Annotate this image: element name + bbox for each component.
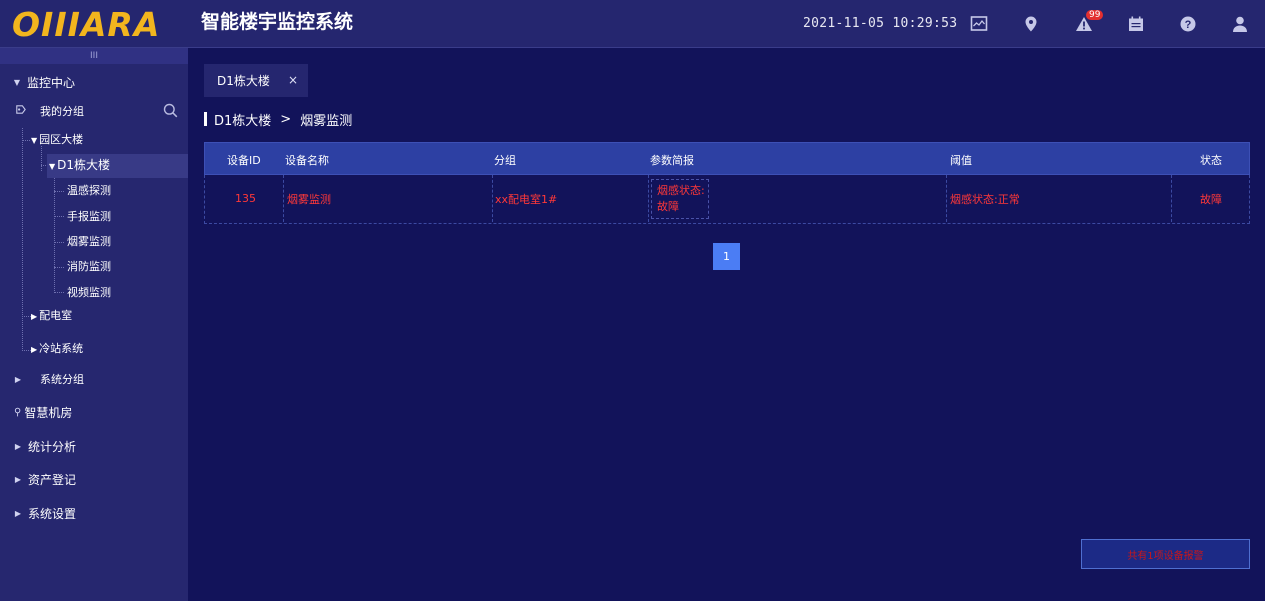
nav-my-group-label: 我的分组 [40, 105, 84, 118]
tree-connector [54, 267, 64, 268]
caret-right-icon: ▶ [14, 441, 22, 451]
nav-system-group[interactable]: ▶ 系统分组 [0, 371, 188, 387]
nav-smart-room[interactable]: ⚲ 智慧机房 [0, 404, 188, 420]
tree-connector [54, 242, 64, 243]
tree-node-park-building[interactable]: ▼ 园区大楼 [31, 132, 83, 149]
column-header-device-name: 设备名称 [285, 153, 329, 167]
alarm-count-badge: 99 [1086, 10, 1104, 20]
tree-connector [22, 128, 23, 351]
pagination-page-1[interactable]: 1 [713, 243, 740, 270]
param-line: 烟感状态: [657, 184, 705, 197]
top-header: OIIIARA 智能楼宇监控系统 2021-11-05 10:29:53 99 … [0, 0, 1265, 48]
tree-node-video[interactable]: 视频监测 [67, 285, 111, 301]
group-icon [14, 103, 28, 119]
tree-node-label: 配电室 [39, 309, 73, 322]
breadcrumb-separator: > [280, 111, 292, 127]
column-header-group: 分组 [494, 153, 516, 167]
nav-settings[interactable]: ▶ 系统设置 [0, 505, 188, 521]
tree-connector [54, 191, 64, 192]
tree-node-fire[interactable]: 消防监测 [67, 259, 111, 275]
location-icon[interactable] [1020, 13, 1042, 35]
tree-node-smoke[interactable]: 烟雾监测 [67, 234, 111, 250]
breadcrumb-marker [204, 112, 207, 126]
tab-d1-building[interactable]: D1栋大楼 × [204, 64, 308, 97]
cell-group: xx配电室1# [495, 192, 558, 206]
datetime-display: 2021-11-05 10:29:53 [803, 16, 958, 31]
help-icon[interactable]: ? [1177, 13, 1199, 35]
nav-smart-room-label: 智慧机房 [24, 405, 73, 420]
column-header-threshold: 阈值 [950, 153, 972, 167]
column-divider [283, 175, 284, 222]
column-header-device-id: 设备ID [227, 153, 261, 167]
tree-node-label: D1栋大楼 [57, 158, 111, 172]
nav-statistics[interactable]: ▶ 统计分析 [0, 438, 188, 454]
nav-my-group[interactable]: 我的分组 [0, 103, 188, 119]
link-icon: ⚲ [14, 406, 22, 418]
tree-node-temperature[interactable]: 温感探测 [67, 183, 111, 199]
breadcrumb-current: 烟雾监测 [300, 113, 353, 129]
column-divider [492, 175, 493, 222]
tree-node-label: 冷站系统 [39, 342, 84, 355]
param-line: 故障 [657, 200, 679, 213]
sidebar: III ▼ 监控中心 我的分组 ▼ 园区大楼 ▼ D1栋大楼 温感探测 手报监测 烟… [0, 48, 188, 601]
caret-right-icon: ▶ [14, 374, 22, 384]
warning-icon[interactable]: 99 [1073, 10, 1104, 35]
tree-node-d1-building[interactable]: ▼ D1栋大楼 [49, 157, 110, 175]
column-divider [1171, 175, 1172, 222]
caret-right-icon: ▶ [14, 508, 22, 518]
nav-monitor-center-label: 监控中心 [27, 75, 76, 90]
search-icon[interactable] [163, 103, 178, 118]
nav-monitor-center[interactable]: ▼ 监控中心 [0, 74, 188, 90]
column-divider [648, 175, 649, 222]
cell-device-id: 135 [235, 192, 256, 205]
tree-node-label: 园区大楼 [39, 133, 84, 146]
tree-connector [22, 350, 31, 351]
caret-right-icon: ▶ [14, 474, 22, 484]
caret-right-icon: ▶ [31, 312, 38, 321]
tree-connector [41, 146, 42, 171]
cell-threshold: 烟感状态:正常 [950, 192, 1020, 206]
column-divider [946, 175, 947, 222]
calendar-icon[interactable] [1125, 13, 1147, 35]
cell-params: 烟感状态: 故障 [651, 179, 709, 219]
tree-connector [22, 140, 30, 141]
table-row[interactable]: 135 烟雾监测 xx配电室1# 烟感状态: 故障 烟感状态:正常 故障 [204, 175, 1250, 224]
app-title: 智能楼宇监控系统 [201, 11, 354, 33]
nav-statistics-label: 统计分析 [28, 439, 77, 454]
tree-node-power-room[interactable]: ▶ 配电室 [31, 308, 72, 325]
nav-assets-label: 资产登记 [28, 472, 77, 487]
caret-down-icon: ▼ [13, 77, 21, 87]
alarm-summary-button[interactable]: 共有1项设备报警 [1081, 539, 1250, 569]
tree-node-manual-alarm[interactable]: 手报监测 [67, 209, 111, 225]
nav-settings-label: 系统设置 [28, 506, 77, 521]
svg-text:?: ? [1185, 19, 1192, 31]
user-icon[interactable] [1229, 13, 1251, 35]
nav-assets[interactable]: ▶ 资产登记 [0, 471, 188, 487]
close-icon[interactable]: × [288, 73, 298, 87]
breadcrumb: D1栋大楼 > 烟雾监测 [204, 110, 353, 129]
monitor-icon[interactable] [968, 13, 990, 35]
brand-logo: OIIIARA [12, 8, 175, 41]
table-header-row: 设备ID 设备名称 分组 参数简报 阈值 状态 [204, 142, 1250, 175]
caret-down-icon: ▼ [31, 136, 38, 145]
tree-connector [54, 216, 64, 217]
caret-down-icon: ▼ [49, 162, 56, 171]
tree-node-cooling-system[interactable]: ▶ 冷站系统 [31, 341, 83, 358]
nav-system-group-label: 系统分组 [40, 373, 84, 386]
tree-connector [22, 316, 31, 317]
caret-right-icon: ▶ [31, 345, 38, 354]
cell-device-name: 烟雾监测 [287, 192, 331, 206]
sidebar-collapse-toggle[interactable]: III [0, 48, 188, 64]
cell-status: 故障 [1200, 192, 1222, 206]
tab-label: D1栋大楼 [217, 74, 270, 88]
tree-connector [54, 292, 64, 293]
column-header-status: 状态 [1200, 153, 1222, 167]
breadcrumb-parent[interactable]: D1栋大楼 [214, 110, 271, 129]
logo-text: OIIIARA [12, 5, 161, 44]
device-table: 设备ID 设备名称 分组 参数简报 阈值 状态 135 烟雾监测 xx配电室1#… [204, 142, 1250, 224]
column-header-params: 参数简报 [650, 153, 694, 167]
